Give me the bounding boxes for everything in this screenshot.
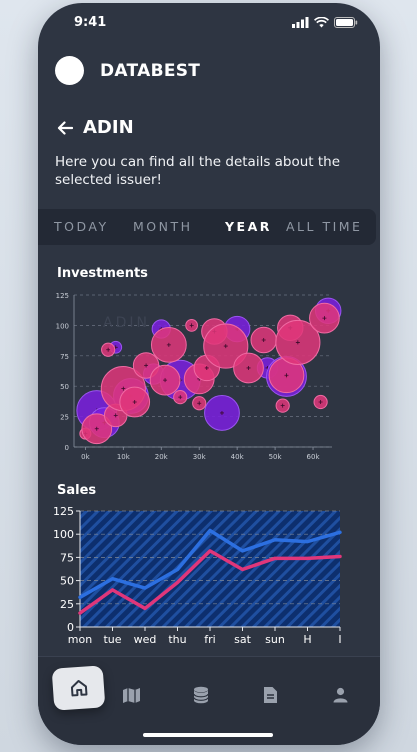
sales-chart: 0255075100125mon tue wed thu fri sat sun H I xyxy=(53,505,342,646)
y-tick-label: 75 xyxy=(60,353,69,361)
status-icons xyxy=(292,17,358,28)
issuer-name: ADIN xyxy=(83,117,134,138)
plot-area xyxy=(80,511,340,627)
status-bar: 9:41 xyxy=(38,3,380,43)
y-tick-label: 50 xyxy=(60,575,74,588)
back-arrow-icon[interactable] xyxy=(57,120,73,135)
period-tabs: TODAY MONTH YEAR ALL TIME xyxy=(38,209,376,245)
y-tick-label: 50 xyxy=(60,383,69,391)
signal-icon xyxy=(292,17,309,28)
y-tick-label: 125 xyxy=(53,505,74,518)
x-tick-label: I xyxy=(338,633,341,646)
tab-today[interactable]: TODAY xyxy=(54,219,109,234)
y-tick-label: 75 xyxy=(60,551,74,564)
y-tick-label: 100 xyxy=(53,528,74,541)
home-indicator xyxy=(143,733,273,737)
tab-month[interactable]: MONTH xyxy=(133,219,193,234)
brand-header: DATABEST xyxy=(55,56,200,85)
database-icon xyxy=(193,686,209,704)
wifi-icon xyxy=(314,17,329,28)
brand-name: DATABEST xyxy=(100,60,201,81)
x-tick-label: 20k xyxy=(155,453,169,461)
x-tick-label: mon xyxy=(68,633,92,646)
y-tick-label: 100 xyxy=(56,322,69,330)
battery-icon xyxy=(334,17,358,28)
x-tick-label: 30k xyxy=(193,453,207,461)
chart-watermark: ADIN xyxy=(103,315,150,331)
investments-title: Investments xyxy=(57,266,148,281)
sales-title: Sales xyxy=(57,483,97,498)
x-tick-label: sat xyxy=(234,633,251,646)
tab-year[interactable]: YEAR xyxy=(225,219,272,234)
nav-map-button[interactable] xyxy=(115,679,147,711)
map-icon xyxy=(122,687,140,703)
x-tick-label: wed xyxy=(134,633,157,646)
x-tick-label: tue xyxy=(103,633,121,646)
x-tick-label: 10k xyxy=(117,453,131,461)
nav-database-button[interactable] xyxy=(185,679,217,711)
investments-chart: 0 25 50 75 100 125 0k 10k 20k 30k 40k 50k 60k ADIN xyxy=(56,292,342,461)
phone-screen: 9:41 DATABEST ADIN Here you can find all… xyxy=(38,3,380,745)
issuer-description: Here you can find all the details about … xyxy=(55,154,341,188)
x-tick-label: 40k xyxy=(231,453,245,461)
nav-home-button[interactable] xyxy=(51,665,106,711)
y-tick-label: 125 xyxy=(56,292,69,300)
home-icon xyxy=(70,680,87,697)
tab-all-time[interactable]: ALL TIME xyxy=(286,219,362,234)
issuer-header: ADIN xyxy=(57,117,134,138)
x-tick-label: thu xyxy=(168,633,186,646)
x-tick-label: sun xyxy=(265,633,285,646)
x-tick-label: 0k xyxy=(81,453,90,461)
x-tick-label: 60k xyxy=(307,453,321,461)
x-tick-label: H xyxy=(303,633,311,646)
x-tick-label: fri xyxy=(204,633,215,646)
x-tick-label: 50k xyxy=(269,453,283,461)
user-icon xyxy=(333,687,347,703)
y-tick-label: 25 xyxy=(60,414,69,422)
nav-document-button[interactable] xyxy=(254,679,286,711)
status-time: 9:41 xyxy=(74,15,107,30)
brand-logo xyxy=(55,56,84,85)
y-tick-label: 0 xyxy=(65,444,69,452)
nav-profile-button[interactable] xyxy=(324,679,356,711)
bottom-tab-bar xyxy=(38,656,380,745)
document-icon xyxy=(263,687,277,703)
y-tick-label: 25 xyxy=(60,598,74,611)
